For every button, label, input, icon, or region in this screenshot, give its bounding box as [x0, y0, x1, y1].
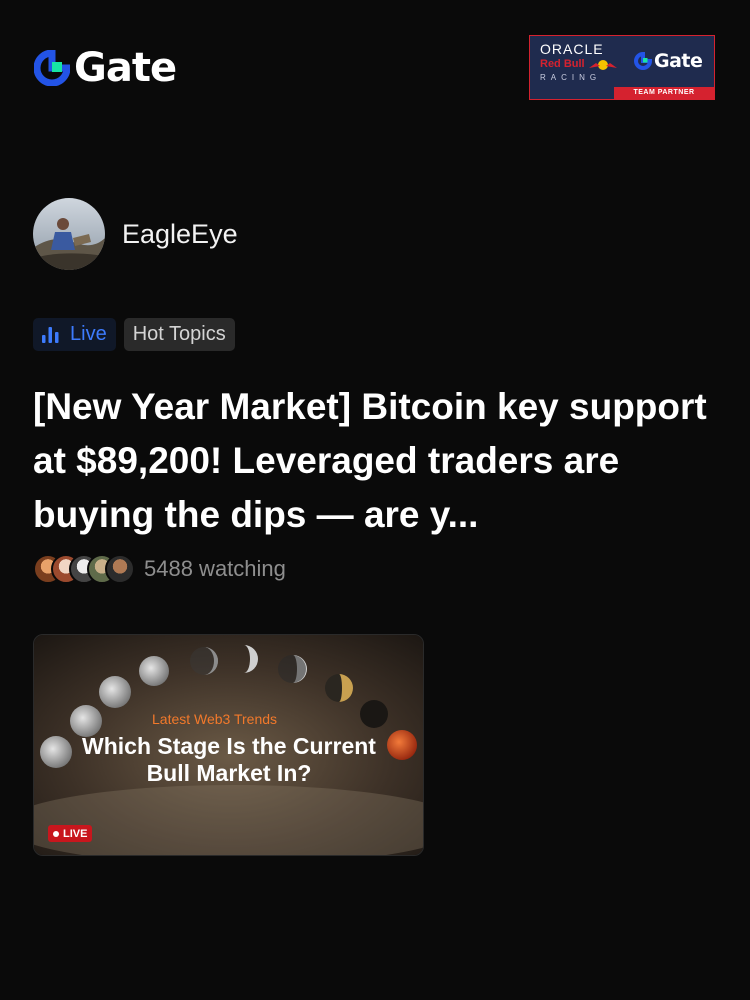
gate-logo[interactable]: Gate: [34, 45, 177, 91]
author-row[interactable]: EagleEye: [33, 198, 238, 270]
watcher-avatars: [33, 554, 135, 584]
redbull-wordmark: Red Bull: [540, 58, 618, 71]
partner-banner[interactable]: ORACLE Red Bull RACING Gate TEAM PARTNER: [529, 35, 715, 100]
live-dot-icon: [53, 830, 59, 837]
author-name[interactable]: EagleEye: [122, 219, 238, 250]
gate-logo-icon: [34, 50, 70, 86]
bar-chart-icon: [42, 326, 59, 343]
gate-logo-text: Gate: [74, 45, 177, 91]
hot-topics-tag[interactable]: Hot Topics: [123, 318, 235, 351]
live-tag-label: Live: [70, 323, 107, 345]
racing-wordmark: RACING: [540, 73, 602, 82]
team-partner-label: TEAM PARTNER: [614, 87, 714, 99]
card-title: Which Stage Is the Current Bull Market I…: [82, 733, 376, 786]
hot-topics-label: Hot Topics: [132, 323, 226, 345]
live-tag[interactable]: Live: [33, 318, 116, 351]
partner-gate-logo: Gate: [634, 50, 703, 72]
live-badge: LIVE: [48, 825, 93, 842]
card-kicker: Latest Web3 Trends: [152, 711, 278, 727]
avatar[interactable]: [33, 198, 105, 270]
livestream-thumbnail[interactable]: Latest Web3 Trends Which Stage Is the Cu…: [33, 634, 424, 856]
live-badge-label: LIVE: [63, 827, 88, 840]
watcher-avatar: [105, 554, 135, 584]
oracle-wordmark: ORACLE: [540, 41, 604, 57]
watchers-row: 5488 watching: [33, 554, 286, 584]
redbull-bulls-icon: [588, 59, 617, 70]
tag-row: Live Hot Topics: [33, 318, 235, 351]
watching-count: 5488 watching: [144, 556, 286, 581]
gate-logo-icon: [634, 52, 652, 70]
post-headline[interactable]: [New Year Market] Bitcoin key support at…: [33, 380, 723, 542]
